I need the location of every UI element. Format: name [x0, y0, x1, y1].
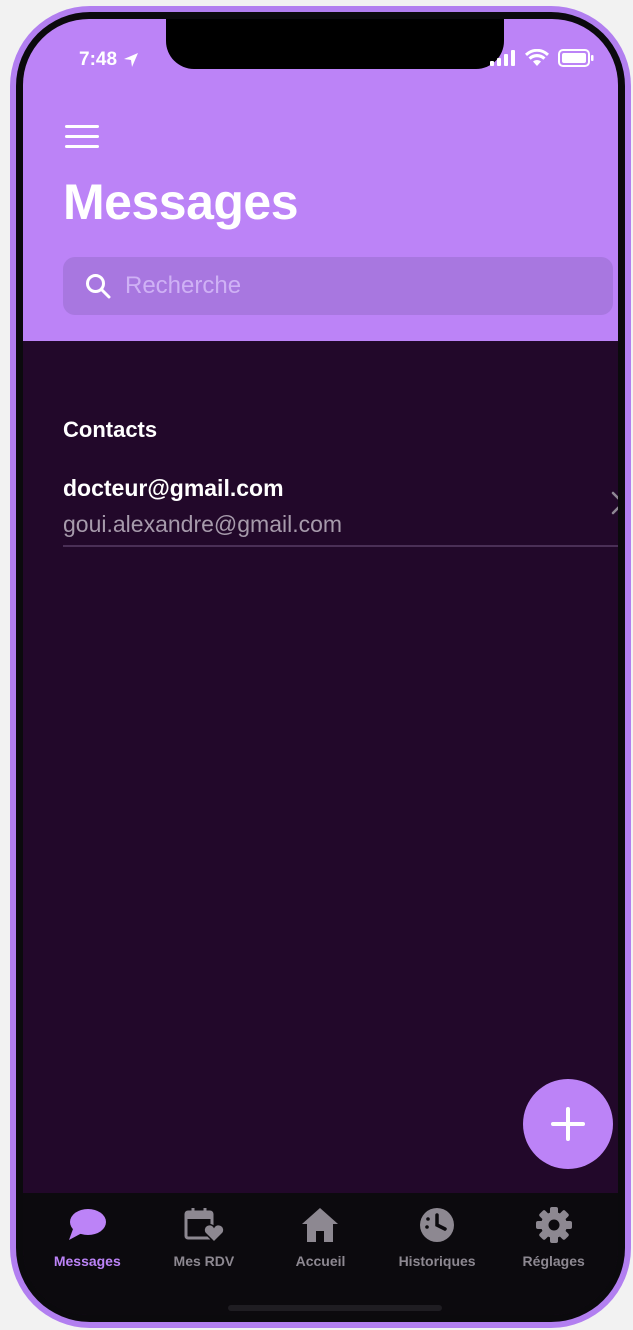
- notch: [166, 19, 504, 69]
- tab-label-reglages: Réglages: [522, 1253, 585, 1269]
- contact-row[interactable]: docteur@gmail.com goui.alexandre@gmail.c…: [63, 469, 618, 547]
- hamburger-menu-icon[interactable]: [65, 125, 99, 149]
- chat-bubble-icon: [69, 1209, 107, 1240]
- page-title: Messages: [63, 174, 299, 230]
- wifi-icon: [525, 49, 549, 66]
- tab-accueil[interactable]: Accueil: [262, 1203, 379, 1315]
- contacts-section-label: Contacts: [63, 417, 158, 442]
- plus-icon: [551, 1107, 585, 1141]
- tab-label-historiques: Historiques: [398, 1253, 476, 1269]
- app-screen: 7:48 Messages Recherche Contacts docteur…: [23, 19, 618, 1315]
- contact-subtitle: goui.alexandre@gmail.com: [63, 511, 343, 537]
- home-icon: [302, 1208, 339, 1242]
- tab-bar: Messages Mes RDV Accueil Historiques Rég…: [23, 1193, 618, 1315]
- tab-mes-rdv[interactable]: Mes RDV: [146, 1203, 263, 1315]
- battery-icon: [558, 49, 594, 67]
- calendar-heart-icon: [184, 1208, 224, 1244]
- tab-reglages[interactable]: Réglages: [495, 1203, 612, 1315]
- status-time: 7:48: [79, 49, 139, 71]
- phone-frame: 7:48 Messages Recherche Contacts docteur…: [10, 6, 631, 1328]
- search-input[interactable]: [125, 272, 565, 300]
- new-message-button[interactable]: [523, 1079, 613, 1169]
- search-icon: [86, 274, 111, 299]
- history-clock-icon: [420, 1208, 455, 1242]
- tab-label-accueil: Accueil: [295, 1253, 346, 1269]
- phone-bezel: 7:48 Messages Recherche Contacts docteur…: [16, 12, 625, 1322]
- status-icons: [490, 49, 594, 67]
- gear-icon: [535, 1207, 572, 1243]
- tab-messages[interactable]: Messages: [29, 1203, 146, 1315]
- contact-name: docteur@gmail.com: [63, 475, 284, 501]
- search-bar[interactable]: [63, 257, 613, 315]
- status-time-text: 7:48: [79, 49, 118, 70]
- location-arrow-icon: [124, 53, 139, 67]
- tab-historiques[interactable]: Historiques: [379, 1203, 496, 1315]
- cellular-signal-icon: [490, 50, 515, 66]
- home-indicator: [228, 1305, 442, 1311]
- tab-label-mes-rdv: Mes RDV: [173, 1253, 235, 1269]
- tab-label-messages: Messages: [53, 1253, 121, 1269]
- chevron-right-icon: [611, 491, 618, 515]
